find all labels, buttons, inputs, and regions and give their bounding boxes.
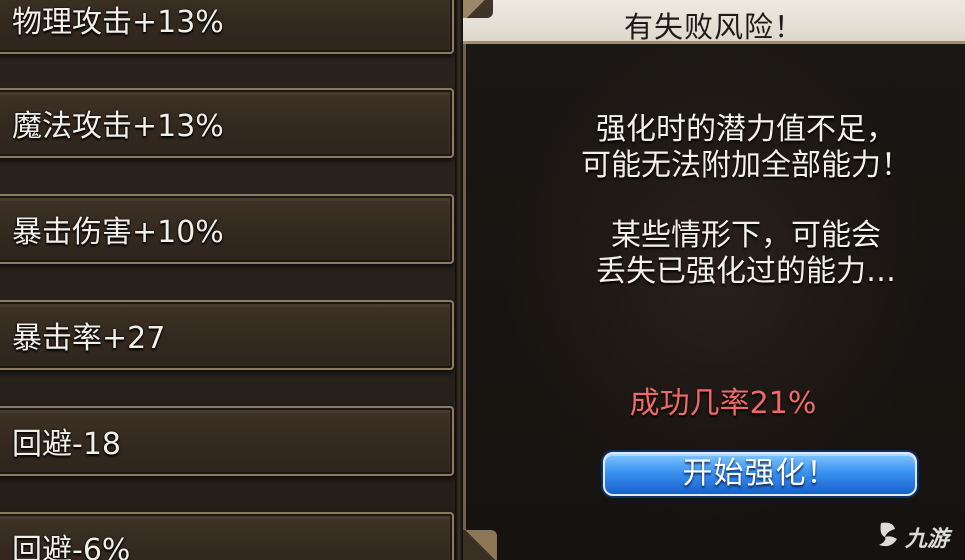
- watermark-text: 九游: [905, 527, 950, 552]
- warning-message-line: 某些情形下，可能会: [611, 218, 881, 253]
- start-enhance-button[interactable]: 开始强化！: [603, 452, 917, 496]
- dialog-title: 有失败风险！: [623, 10, 804, 44]
- stat-row[interactable]: 回避-6%: [0, 512, 454, 560]
- jiuyou-logo-icon: [879, 522, 897, 547]
- stat-label: 暴击率+27: [12, 321, 166, 356]
- success-rate: 成功几率21%: [629, 386, 817, 421]
- dialog-body: 强化时的潜力值不足， 可能无法附加全部能力！ 某些情形下，可能会 丢失已强化过的…: [463, 44, 965, 560]
- warning-message-line: 强化时的潜力值不足，: [596, 112, 896, 147]
- bottom-corner-ornament-icon: [463, 530, 497, 560]
- stat-label: 回避-6%: [12, 533, 131, 560]
- stat-row[interactable]: 暴击伤害+10%: [0, 194, 454, 264]
- enhance-warning-dialog: 有失败风险！ 强化时的潜力值不足， 可能无法附加全部能力！ 某些情形下，可能会 …: [463, 0, 965, 560]
- stat-label: 魔法攻击+13%: [12, 109, 224, 144]
- dialog-header: 有失败风险！: [463, 0, 965, 44]
- stat-row[interactable]: 物理攻击+13%: [0, 0, 454, 54]
- stat-label: 暴击伤害+10%: [12, 215, 224, 250]
- stat-label: 回避-18: [12, 427, 121, 462]
- stat-list: 物理攻击+13% 魔法攻击+13% 暴击伤害+10% 暴击率+27 回避-18 …: [0, 0, 460, 560]
- game-screen: 物理攻击+13% 魔法攻击+13% 暴击伤害+10% 暴击率+27 回避-18 …: [0, 0, 965, 560]
- stat-label: 物理攻击+13%: [12, 5, 224, 40]
- panel-divider: [455, 0, 463, 560]
- stat-row[interactable]: 回避-18: [0, 406, 454, 476]
- stat-row[interactable]: 魔法攻击+13%: [0, 88, 454, 158]
- warning-message-line: 可能无法附加全部能力！: [581, 148, 911, 183]
- stat-row[interactable]: 暴击率+27: [0, 300, 454, 370]
- watermark: 九游: [875, 515, 965, 555]
- warning-message-line: 丢失已强化过的能力…: [596, 254, 896, 289]
